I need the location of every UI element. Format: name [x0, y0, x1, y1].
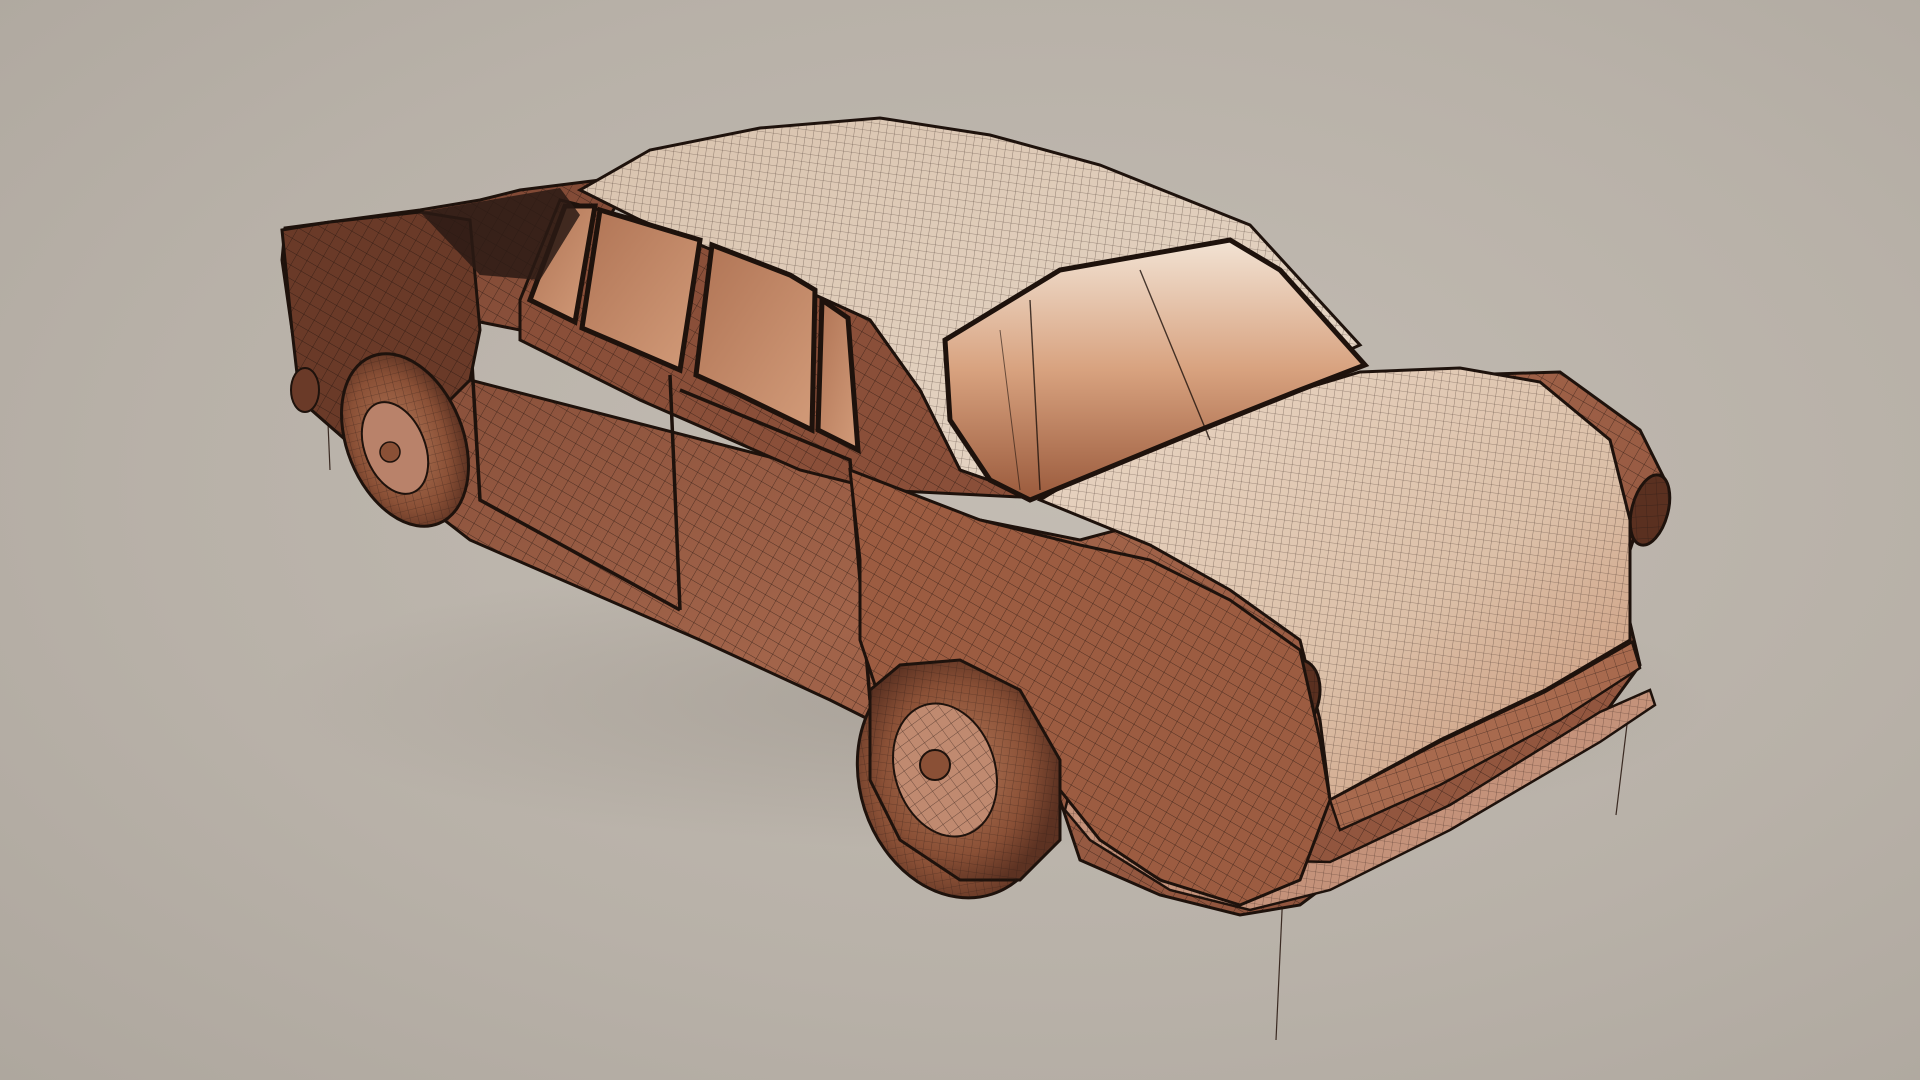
- render-viewport: [0, 0, 1920, 1080]
- car-render: [270, 116, 1710, 1041]
